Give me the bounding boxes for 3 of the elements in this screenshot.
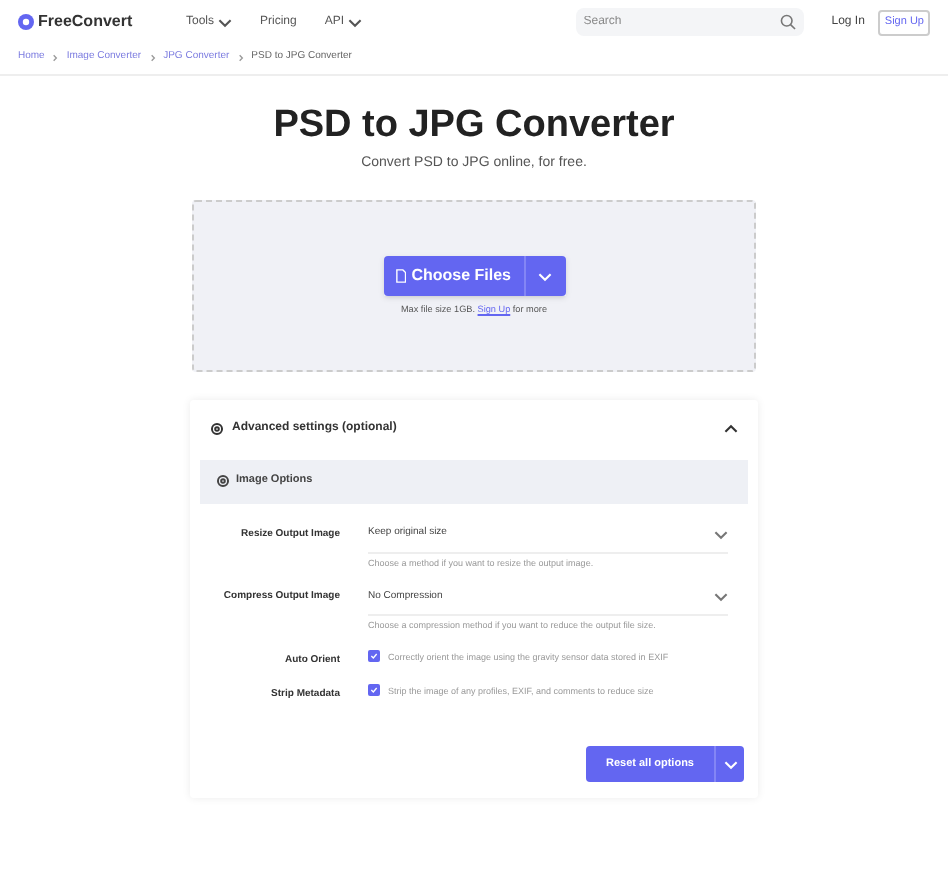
choose-files-button[interactable]: Choose Files bbox=[383, 256, 523, 297]
page-title: PSD to JPG Converter bbox=[271, 102, 677, 150]
logo-text[interactable]: FreeConvert bbox=[38, 10, 186, 34]
